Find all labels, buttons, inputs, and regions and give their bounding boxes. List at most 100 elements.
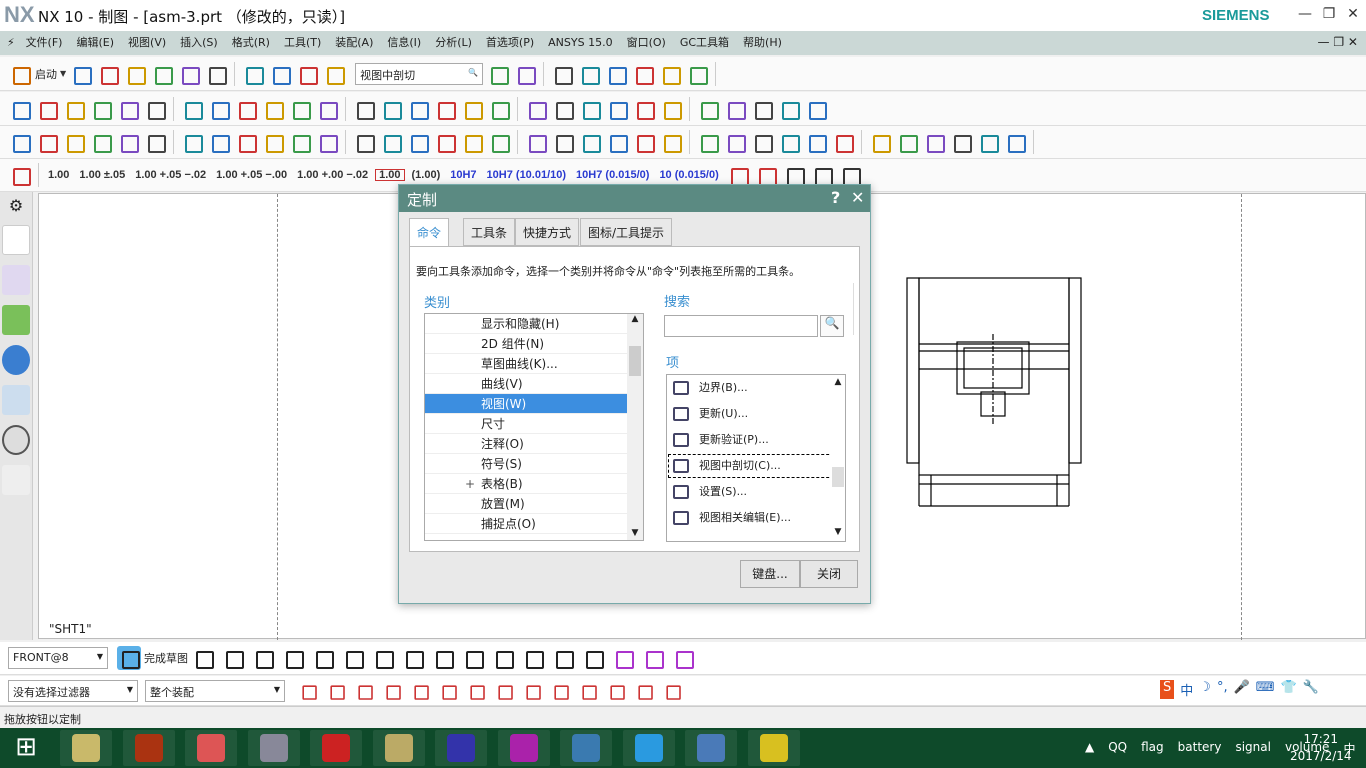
dimension-style-button[interactable]: 10H7 <box>447 170 479 181</box>
rect-icon[interactable] <box>831 130 855 154</box>
finish-sketch-icon[interactable] <box>117 646 141 670</box>
tray-QQ-icon[interactable]: QQ <box>1108 740 1127 757</box>
polygon-icon[interactable] <box>401 646 425 670</box>
paint-icon[interactable] <box>949 130 973 154</box>
app-menu-icon[interactable]: ⚡ <box>0 31 15 55</box>
recorder-taskbar-button[interactable] <box>747 730 800 766</box>
tab-shortcuts[interactable]: 快捷方式 <box>515 218 580 246</box>
dim2-icon[interactable] <box>605 130 629 154</box>
menu-item[interactable]: 格式(R) <box>225 31 277 55</box>
category-item[interactable]: + 表格(B) <box>425 474 643 494</box>
points-icon[interactable] <box>487 130 511 154</box>
new-sheet-icon[interactable] <box>8 97 32 121</box>
abc2-icon[interactable] <box>632 130 656 154</box>
search-icon[interactable]: 🔍 <box>468 68 478 77</box>
glasses2-icon[interactable] <box>551 130 575 154</box>
category-item[interactable]: 2D 组件(N) <box>425 334 643 354</box>
mid-point-icon[interactable] <box>466 681 485 700</box>
app-blue-taskbar-button[interactable] <box>435 730 487 766</box>
circle-icon[interactable] <box>281 646 305 670</box>
text-icon[interactable] <box>659 97 683 121</box>
fit-icon[interactable] <box>513 62 537 86</box>
arrow-icon[interactable] <box>750 130 774 154</box>
menu-item[interactable]: 分析(L) <box>428 31 479 55</box>
glasses-icon[interactable] <box>524 130 548 154</box>
clock[interactable]: 17:21 2017/2/14 <box>1290 731 1352 765</box>
snap-icon[interactable] <box>354 681 373 700</box>
command-item[interactable]: 更新验证(P)... <box>667 427 845 453</box>
assembly-icon[interactable] <box>8 130 32 154</box>
open-icon[interactable] <box>96 62 120 86</box>
point-icon[interactable] <box>431 646 455 670</box>
section-view-icon[interactable] <box>116 97 140 121</box>
render-icon[interactable] <box>604 62 628 86</box>
menu-item[interactable]: 编辑(E) <box>69 31 121 55</box>
category-scrollbar[interactable]: ▲ ▼ <box>627 314 643 540</box>
note-icon[interactable] <box>315 97 339 121</box>
half-section-icon[interactable] <box>143 97 167 121</box>
perpendicular-icon[interactable] <box>671 646 695 670</box>
info-tab[interactable] <box>2 345 30 375</box>
center-icon[interactable] <box>550 681 569 700</box>
paste-icon[interactable] <box>204 62 228 86</box>
delete-icon[interactable] <box>241 62 265 86</box>
frame-icon[interactable] <box>406 130 430 154</box>
tag-icon[interactable] <box>207 130 231 154</box>
menu-item[interactable]: 装配(A) <box>328 31 380 55</box>
point-filter-icon[interactable] <box>326 681 345 700</box>
dimension-style-button[interactable]: 1.00 <box>45 170 72 181</box>
solid-icon[interactable] <box>116 130 140 154</box>
window-icon[interactable] <box>322 62 346 86</box>
menu-item[interactable]: GC工具箱 <box>673 31 736 55</box>
label-icon[interactable] <box>352 97 376 121</box>
tab-toolbars[interactable]: 工具条 <box>463 218 516 246</box>
tab-commands[interactable]: 命令 <box>409 218 450 248</box>
grid-icon[interactable] <box>658 62 682 86</box>
menu-item[interactable]: 插入(S) <box>173 31 225 55</box>
ime-4-icon[interactable]: 🎤 <box>1234 680 1250 699</box>
feature-icon[interactable] <box>143 130 167 154</box>
command-item[interactable]: 视图中剖切(C)... <box>667 453 845 479</box>
dimension-style-button[interactable]: 1.00 +.00 −.02 <box>294 170 371 181</box>
snipping-taskbar-button[interactable] <box>247 730 300 766</box>
new-icon[interactable] <box>69 62 93 86</box>
stack-icon[interactable] <box>261 130 285 154</box>
break-view-icon[interactable] <box>207 97 231 121</box>
existing-point-icon[interactable] <box>606 681 625 700</box>
dimension-style-button[interactable]: 1.00 +.05 −.00 <box>213 170 290 181</box>
menu-item[interactable]: 窗口(O) <box>620 31 673 55</box>
book-icon[interactable] <box>288 130 312 154</box>
help-button[interactable]: ? <box>831 188 840 207</box>
dimension-style-button[interactable]: 10H7 (0.015/0) <box>573 170 652 181</box>
symbol-icon[interactable] <box>868 130 892 154</box>
history-tab[interactable] <box>2 425 30 455</box>
fillet-icon[interactable] <box>311 646 335 670</box>
solidworks-taskbar-button[interactable] <box>310 730 362 766</box>
dimension-style-button[interactable]: 1.00 ±.05 <box>76 170 128 181</box>
close-dialog-button[interactable]: 关闭 <box>800 560 858 588</box>
roles-tab[interactable] <box>2 465 30 495</box>
matlab-taskbar-button[interactable] <box>185 730 237 766</box>
image-icon[interactable] <box>578 97 602 121</box>
dialog-close-button[interactable]: ✕ <box>851 188 864 207</box>
grid2-icon[interactable] <box>723 130 747 154</box>
category-item[interactable]: 视图(W) <box>425 394 643 414</box>
extend-icon[interactable] <box>551 646 575 670</box>
dialog-header[interactable]: 定制 ? ✕ <box>399 185 870 212</box>
category-item[interactable]: 放置(M) <box>425 494 643 514</box>
cf-taskbar-button[interactable] <box>122 730 175 766</box>
nx-taskbar-button[interactable] <box>560 730 612 766</box>
undo-icon[interactable] <box>268 62 292 86</box>
close-button[interactable]: ✕ <box>1342 6 1364 22</box>
make-corner-icon[interactable] <box>581 646 605 670</box>
layout-icon[interactable] <box>804 97 828 121</box>
note2-icon[interactable] <box>895 130 919 154</box>
intersect-icon[interactable] <box>522 681 541 700</box>
view-select[interactable]: FRONT@8 ▼ <box>8 647 108 669</box>
filter-icon[interactable] <box>298 681 317 700</box>
menu-item[interactable]: 首选项(P) <box>479 31 541 55</box>
cloud-taskbar-button[interactable] <box>622 730 675 766</box>
rect-select-icon[interactable] <box>410 681 429 700</box>
menu-item[interactable]: 文件(F) <box>19 31 70 55</box>
ime-2-icon[interactable]: ☽ <box>1199 680 1211 699</box>
